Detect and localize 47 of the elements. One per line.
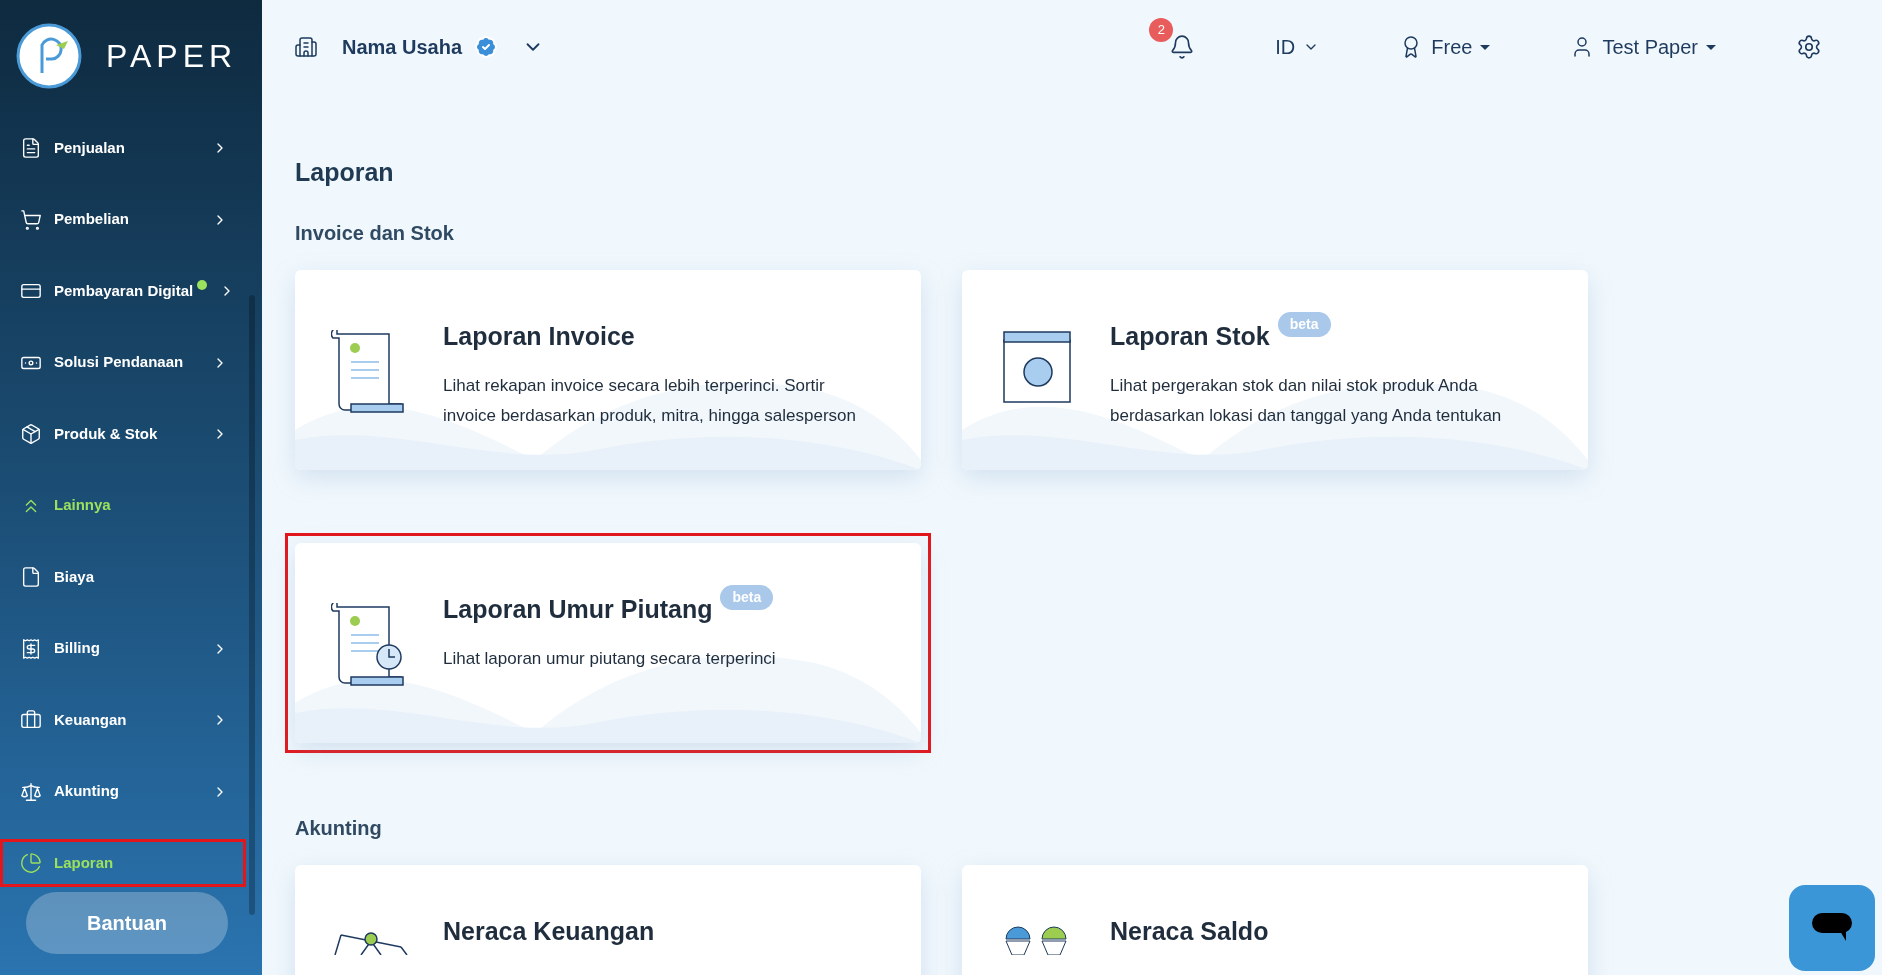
sidebar-item[interactable]: Solusi Pendanaan	[0, 338, 246, 387]
sidebar-item[interactable]: Pembelian	[0, 195, 246, 244]
logo-wordmark: PAPER	[106, 37, 238, 76]
sidebar-item[interactable]: Akunting	[0, 767, 246, 816]
plan-dropdown[interactable]: Free	[1399, 32, 1491, 62]
verified-badge-icon	[474, 35, 499, 59]
card-title: Laporan Invoice	[443, 320, 635, 352]
notification-count: 2	[1149, 18, 1174, 42]
sidebar-item[interactable]: Keuangan	[0, 696, 246, 744]
chat-button[interactable]	[1789, 885, 1875, 971]
user-dropdown[interactable]: Test Paper	[1570, 32, 1716, 62]
section-title: Invoice dan Stok	[295, 220, 455, 246]
business-name[interactable]: Nama Usaha	[342, 32, 463, 62]
settings-icon[interactable]	[1796, 34, 1822, 60]
sidebar-item[interactable]: Billing	[0, 624, 246, 673]
card-description: Lihat laporan umur piutang secara terperinci	[443, 648, 776, 670]
document-icon	[20, 566, 42, 588]
card-title: Laporan Umur Piutang	[443, 593, 713, 625]
card-description: Lihat pergerakan stok dan nilai stok produk Anda berdasarkan lokasi dan tanggal yang Anda tentukan	[1110, 375, 1503, 427]
scale-icon	[20, 780, 42, 803]
receipt-icon	[20, 637, 42, 660]
page-title: Laporan	[295, 157, 395, 188]
sidebar-item[interactable]: Penjualan	[0, 124, 246, 172]
beta-badge: beta	[720, 584, 774, 610]
caret-icon	[1706, 44, 1716, 50]
beta-badge: beta	[1277, 311, 1331, 337]
sidebar-item[interactable]: Produk & Stok	[0, 410, 246, 458]
language-dropdown[interactable]: ID	[1275, 32, 1320, 62]
building-icon	[294, 35, 318, 59]
document-icon	[20, 137, 42, 159]
box-icon	[20, 423, 42, 445]
section-title: Akunting	[295, 815, 383, 841]
paper-logo-icon	[16, 23, 82, 89]
briefcase-icon	[20, 709, 42, 731]
chat-bubble-icon	[1812, 913, 1852, 943]
card-description: Lihat rekapan invoice secara lebih terperinci. Sortir invoice berdasarkan produk, mitra, hingga salesperson	[443, 375, 857, 427]
sidebar-item[interactable]: Laporan	[0, 839, 246, 887]
card-title: Neraca Saldo	[1110, 915, 1269, 947]
report-card[interactable]: Laporan Umur Piutang beta Lihat laporan umur piutang secara terperinci	[285, 532, 931, 753]
card-title: Neraca Keuangan	[443, 915, 655, 947]
cart-icon	[20, 208, 42, 231]
pie-chart-icon	[20, 852, 42, 874]
card-title: Laporan Stok	[1110, 320, 1270, 352]
sidebar-item[interactable]: Biaya	[0, 553, 246, 601]
caret-icon	[1480, 44, 1491, 50]
sidebar-item[interactable]: Pembayaran Digital	[0, 267, 246, 315]
sidebar-item[interactable]: Lainnya	[0, 481, 246, 530]
